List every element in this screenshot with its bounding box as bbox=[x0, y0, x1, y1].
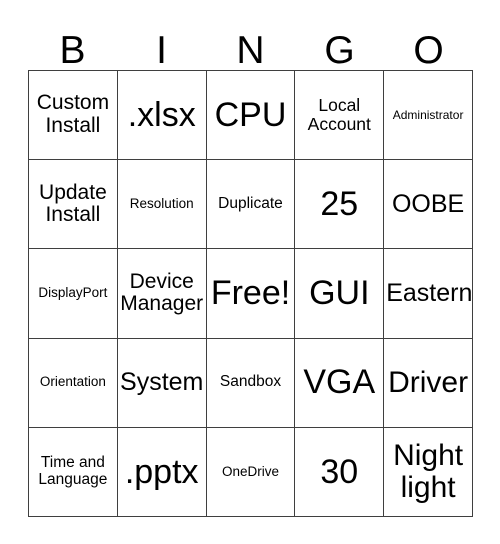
bingo-cell-free-space[interactable]: Free! bbox=[206, 249, 296, 339]
bingo-cell-label: GUI bbox=[309, 274, 370, 313]
bingo-card: B I N G O Custom Install .xlsx CPU Local… bbox=[0, 0, 500, 544]
bingo-cell-label: 30 bbox=[320, 452, 359, 491]
bingo-cell-label: Driver bbox=[388, 365, 469, 399]
bingo-free-space-label: Free! bbox=[210, 274, 291, 313]
bingo-cell-label: .xlsx bbox=[127, 95, 196, 134]
bingo-cell-label: Eastern bbox=[386, 278, 473, 307]
bingo-cell-b2[interactable]: Update Install bbox=[29, 160, 118, 250]
bingo-cell-b5[interactable]: Time and Language bbox=[29, 427, 118, 517]
bingo-cell-g4[interactable]: VGA bbox=[295, 338, 385, 428]
bingo-cell-label: Local Account bbox=[307, 95, 371, 135]
bingo-cell-n1[interactable]: CPU bbox=[206, 71, 296, 161]
bingo-cell-label: .pptx bbox=[124, 452, 199, 491]
bingo-header-letter-n: N bbox=[236, 29, 265, 72]
bingo-cell-g2[interactable]: 25 bbox=[295, 160, 385, 250]
bingo-cell-label: OOBE bbox=[391, 189, 465, 218]
bingo-cell-i1[interactable]: .xlsx bbox=[117, 71, 207, 161]
bingo-header-letter-o: O bbox=[413, 29, 444, 72]
bingo-cell-label: Time and Language bbox=[38, 454, 108, 488]
bingo-cell-label: Custom Install bbox=[36, 91, 110, 138]
bingo-cell-o1[interactable]: Administrator bbox=[384, 71, 473, 161]
bingo-cell-label: System bbox=[120, 368, 204, 397]
bingo-cell-label: Device Manager bbox=[120, 269, 204, 316]
bingo-cell-n5[interactable]: OneDrive bbox=[206, 427, 296, 517]
bingo-cell-i2[interactable]: Resolution bbox=[117, 160, 207, 250]
bingo-cell-label: Orientation bbox=[39, 374, 106, 390]
bingo-cell-b4[interactable]: Orientation bbox=[29, 338, 118, 428]
bingo-cell-i4[interactable]: System bbox=[117, 338, 207, 428]
bingo-cell-o2[interactable]: OOBE bbox=[384, 160, 473, 250]
bingo-cell-label: Duplicate bbox=[218, 194, 283, 212]
bingo-header-letter-i: I bbox=[156, 29, 167, 72]
bingo-cell-label: Administrator bbox=[392, 107, 464, 122]
bingo-cell-o5[interactable]: Night light bbox=[384, 427, 473, 517]
bingo-cell-i3[interactable]: Device Manager bbox=[117, 249, 207, 339]
bingo-grid: Custom Install .xlsx CPU Local Account A… bbox=[28, 70, 473, 517]
bingo-header-letter-b: B bbox=[59, 29, 86, 72]
bingo-cell-label: CPU bbox=[214, 95, 287, 134]
bingo-cell-g3[interactable]: GUI bbox=[295, 249, 385, 339]
bingo-cell-g1[interactable]: Local Account bbox=[295, 71, 385, 161]
bingo-cell-b1[interactable]: Custom Install bbox=[29, 71, 118, 161]
bingo-cell-g5[interactable]: 30 bbox=[295, 427, 385, 517]
bingo-cell-o3[interactable]: Eastern bbox=[384, 249, 473, 339]
bingo-cell-label: OneDrive bbox=[221, 463, 279, 479]
bingo-cell-label: VGA bbox=[303, 363, 376, 402]
bingo-cell-label: Update Install bbox=[39, 180, 107, 227]
bingo-cell-label: DisplayPort bbox=[38, 285, 108, 301]
bingo-cell-i5[interactable]: .pptx bbox=[117, 427, 207, 517]
bingo-cell-o4[interactable]: Driver bbox=[384, 338, 473, 428]
bingo-cell-n4[interactable]: Sandbox bbox=[206, 338, 296, 428]
bingo-header-row: B I N G O bbox=[28, 18, 473, 70]
bingo-cell-label: 25 bbox=[320, 184, 359, 223]
bingo-cell-label: Resolution bbox=[129, 196, 194, 211]
bingo-cell-label: Night light bbox=[393, 438, 464, 504]
bingo-cell-label: Sandbox bbox=[219, 373, 282, 391]
bingo-cell-b3[interactable]: DisplayPort bbox=[29, 249, 118, 339]
bingo-header-letter-g: G bbox=[324, 29, 355, 72]
bingo-cell-n2[interactable]: Duplicate bbox=[206, 160, 296, 250]
